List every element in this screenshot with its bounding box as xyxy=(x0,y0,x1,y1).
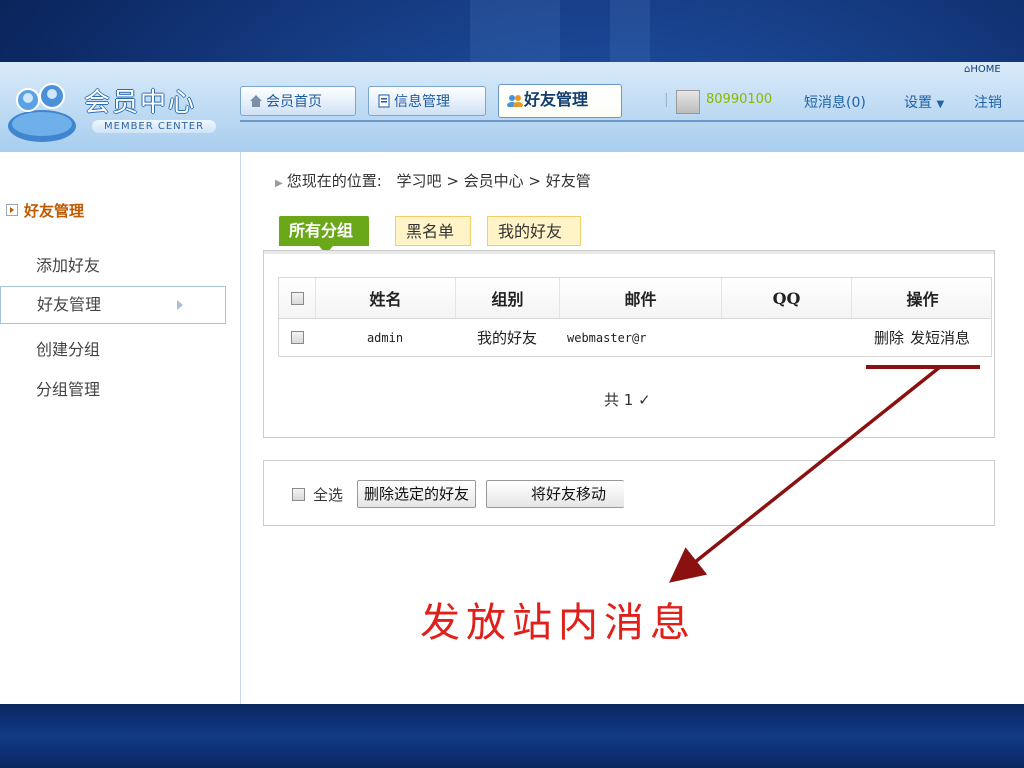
bulk-select-all-checkbox[interactable] xyxy=(292,487,305,501)
tab-blacklist[interactable]: 黑名单 xyxy=(395,216,471,246)
users-icon xyxy=(507,87,523,108)
nav-tab-friend-management[interactable]: 好友管理 xyxy=(498,84,622,118)
user-avatar-icon[interactable] xyxy=(676,90,700,114)
nav-tab-label: 信息管理 xyxy=(394,94,450,110)
user-id[interactable]: 80990100 xyxy=(706,92,772,107)
house-icon xyxy=(249,89,263,107)
sidebar: 好友管理 添加好友 好友管理 创建分组 分组管理 xyxy=(0,152,241,704)
panel-top-border xyxy=(264,251,994,254)
sidebar-item-group-management[interactable]: 分组管理 xyxy=(36,376,100,400)
expand-icon xyxy=(6,204,18,216)
nav-tab-label: 好友管理 xyxy=(524,90,589,109)
bulk-actions-panel: 全选 删除选定的好友 将好友移动 xyxy=(263,460,995,526)
tab-all-groups[interactable]: 所有分组 xyxy=(279,216,369,254)
tab-my-friends[interactable]: 我的好友 xyxy=(487,216,581,246)
sidebar-item-label: 好友管理 xyxy=(37,295,102,314)
friends-panel: 姓名 组别 邮件 QQ 操作 admin 我的好友 webmaster@r 删除 xyxy=(263,250,995,438)
settings-link[interactable]: 设置 ▼ xyxy=(904,92,944,112)
select-all-label[interactable]: 全选 xyxy=(313,484,343,505)
logo[interactable]: 会员中心 MEMBER CENTER xyxy=(6,70,236,150)
settings-label: 设置 xyxy=(904,95,932,111)
send-message-link[interactable]: 发短消息 xyxy=(910,327,970,348)
slide-bottom-band xyxy=(0,704,1024,768)
breadcrumb: ▶ 您现在的位置: 学习吧 > 会员中心 > 好友管 xyxy=(275,170,591,191)
nav-tab-info-management[interactable]: 信息管理 xyxy=(368,86,486,116)
row-name: admin xyxy=(366,330,404,345)
row-checkbox[interactable] xyxy=(290,331,304,344)
nav-tab-member-home[interactable]: 会员首页 xyxy=(240,86,356,116)
sidebar-title-label: 好友管理 xyxy=(24,202,85,220)
divider: | xyxy=(664,92,669,108)
header-bar: 会员中心 MEMBER CENTER 会员首页 信息管理 好友管理 | 8099… xyxy=(0,62,1024,152)
members-logo-icon xyxy=(8,83,76,142)
nav-underline xyxy=(240,120,1024,122)
sidebar-item-create-group[interactable]: 创建分组 xyxy=(36,336,100,360)
nav-tab-label: 会员首页 xyxy=(266,94,322,110)
chevron-right-icon xyxy=(177,300,183,310)
column-header-actions: 操作 xyxy=(851,278,993,318)
bulk-actions-row: 全选 删除选定的好友 将好友移动 xyxy=(292,479,625,509)
table-row: admin 我的好友 webmaster@r 删除 发短消息 xyxy=(278,319,992,357)
caret-down-icon: ▼ xyxy=(936,99,945,110)
row-checkbox-cell xyxy=(279,319,315,356)
home-link[interactable]: ⌂HOME xyxy=(964,64,1001,75)
delete-selected-button[interactable]: 删除选定的好友 xyxy=(357,480,477,508)
messages-link[interactable]: 短消息(0) xyxy=(804,92,866,112)
row-group: 我的好友 xyxy=(476,329,537,347)
row-qq xyxy=(721,319,851,356)
delete-friend-link[interactable]: 删除 xyxy=(874,327,904,348)
pointer-icon: ▶ xyxy=(275,178,283,189)
home-label: HOME xyxy=(970,64,1001,75)
logout-link[interactable]: 注销 xyxy=(974,92,1002,112)
table-header: 姓名 组别 邮件 QQ 操作 xyxy=(278,277,992,319)
pagination-total: 共 1 ✓ xyxy=(604,391,651,409)
logo-subtitle: MEMBER CENTER xyxy=(92,120,217,133)
sidebar-item-add-friend[interactable]: 添加好友 xyxy=(36,252,100,276)
breadcrumb-prefix: 您现在的位置: xyxy=(286,172,382,190)
sidebar-title: 好友管理 xyxy=(6,200,84,221)
row-actions: 删除 发短消息 xyxy=(851,319,993,356)
select-all-checkbox[interactable] xyxy=(290,291,304,305)
document-icon xyxy=(377,89,391,108)
logo-title: 会员中心 xyxy=(84,88,197,118)
row-email: webmaster@r xyxy=(567,330,647,345)
move-friends-button[interactable]: 将好友移动 xyxy=(486,480,625,508)
column-header-name: 姓名 xyxy=(315,278,455,318)
breadcrumb-path[interactable]: 学习吧 > 会员中心 > 好友管 xyxy=(397,172,591,190)
column-header-email: 邮件 xyxy=(559,278,721,318)
column-header-group: 组别 xyxy=(455,278,559,318)
annotation-label: 发放站内消息 xyxy=(420,600,696,646)
column-header-qq: QQ xyxy=(721,278,851,318)
sidebar-item-friend-management[interactable]: 好友管理 xyxy=(0,286,226,324)
header-checkbox-cell xyxy=(279,278,315,318)
